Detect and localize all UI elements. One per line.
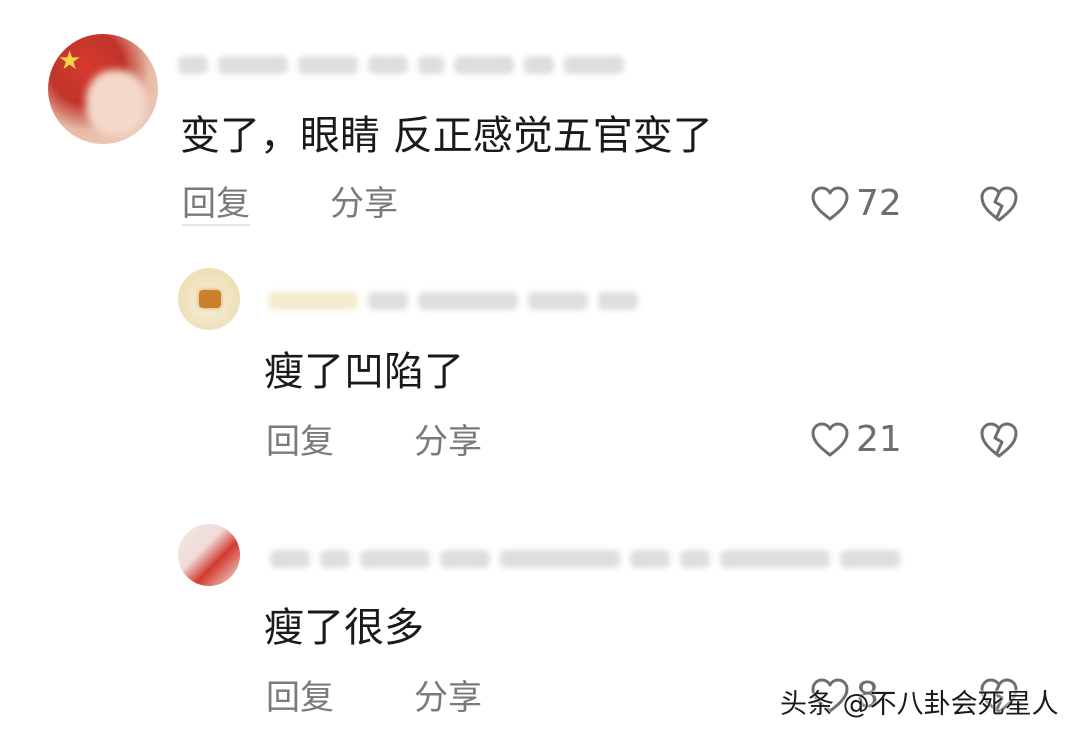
heart-outline-icon (811, 422, 849, 457)
username-blurred[interactable] (268, 290, 638, 312)
avatar-face (86, 70, 146, 136)
avatar-image (199, 290, 221, 308)
reply-button[interactable]: 回复 (266, 422, 334, 462)
comment-text: 瘦了凹陷了 (264, 349, 464, 395)
comment-item-1: ★ 变了，眼睛 反正感觉五官变了 回复 分享 72 (0, 34, 1079, 234)
username-blurred[interactable] (270, 548, 900, 570)
star-icon: ★ (58, 46, 82, 76)
comment-item-2: 瘦了凹陷了 回复 分享 21 (0, 268, 1079, 468)
reply-button[interactable]: 回复 (266, 678, 334, 718)
like-count: 21 (856, 419, 902, 460)
reply-button[interactable]: 回复 (182, 184, 250, 226)
share-button[interactable]: 分享 (330, 184, 398, 224)
like-button[interactable]: 21 (810, 420, 902, 460)
watermark: 头条 @不八卦会死星人 (780, 689, 1059, 720)
avatar[interactable] (178, 524, 240, 586)
comment-text: 变了，眼睛 反正感觉五官变了 (180, 113, 713, 159)
like-button[interactable]: 72 (810, 184, 902, 224)
heart-outline-icon (811, 186, 849, 221)
broken-heart-icon[interactable] (978, 420, 1020, 460)
share-button[interactable]: 分享 (414, 422, 482, 462)
like-count: 72 (856, 183, 902, 224)
username-blurred[interactable] (178, 54, 624, 76)
share-button[interactable]: 分享 (414, 678, 482, 718)
avatar[interactable]: ★ (48, 34, 158, 144)
broken-heart-icon[interactable] (978, 184, 1020, 224)
avatar[interactable] (178, 268, 240, 330)
comment-text: 瘦了很多 (264, 605, 424, 651)
